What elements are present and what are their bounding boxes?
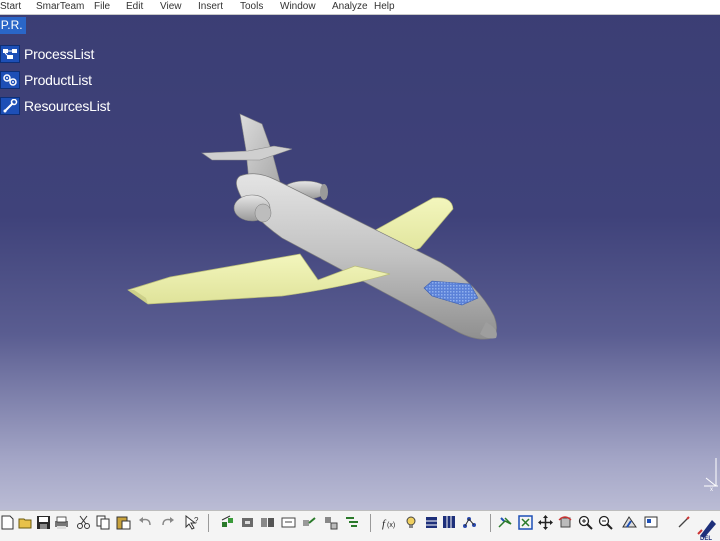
paste-icon[interactable] [116, 515, 131, 530]
print-icon[interactable] [54, 515, 69, 530]
save-icon[interactable] [36, 515, 51, 530]
whats-this-icon[interactable]: ? [184, 515, 199, 530]
zoom-out-icon[interactable] [598, 515, 613, 530]
knowledge-icon[interactable] [404, 515, 419, 530]
svg-text:DEL: DEL [700, 536, 712, 541]
zoom-in-icon[interactable] [578, 515, 593, 530]
render-style-icon[interactable] [676, 515, 691, 530]
copy-icon[interactable] [96, 515, 111, 530]
redo-icon[interactable] [160, 515, 175, 530]
item-icon[interactable] [281, 515, 296, 530]
fit-all-icon[interactable] [518, 515, 533, 530]
table-icon[interactable] [424, 515, 439, 530]
svg-text:x: x [710, 487, 713, 492]
resource-icon[interactable] [260, 515, 275, 530]
normal-view-icon[interactable] [622, 515, 637, 530]
pan-icon[interactable] [538, 515, 553, 530]
fuselage [236, 173, 497, 340]
toolbar-separator [208, 514, 209, 532]
table-icon[interactable] [442, 515, 457, 530]
views-icon[interactable] [644, 515, 659, 530]
left-engine [233, 194, 272, 223]
toolbar-separator [490, 514, 491, 532]
formula-icon[interactable]: f (x) [382, 515, 397, 530]
svg-text:?: ? [194, 516, 199, 525]
product-icon[interactable] [240, 515, 255, 530]
delmia-logo-icon: DEL [697, 520, 716, 541]
assign-icon[interactable] [324, 515, 339, 530]
link-icon[interactable] [302, 515, 317, 530]
graph-icon[interactable] [462, 515, 477, 530]
open-icon[interactable] [18, 515, 33, 530]
compass-icon[interactable]: x [698, 458, 720, 492]
aircraft-model[interactable] [0, 0, 720, 540]
bottom-toolbar: ? f (x) DEL [0, 510, 720, 541]
toolbar-separator [370, 514, 371, 532]
gantt-icon[interactable] [345, 515, 360, 530]
svg-text:(x): (x) [387, 522, 395, 529]
cut-icon[interactable] [76, 515, 91, 530]
undo-icon[interactable] [138, 515, 153, 530]
fly-mode-icon[interactable] [498, 515, 513, 530]
rotate-icon[interactable] [558, 515, 573, 530]
new-icon[interactable] [0, 515, 15, 530]
process-icon[interactable] [220, 515, 235, 530]
